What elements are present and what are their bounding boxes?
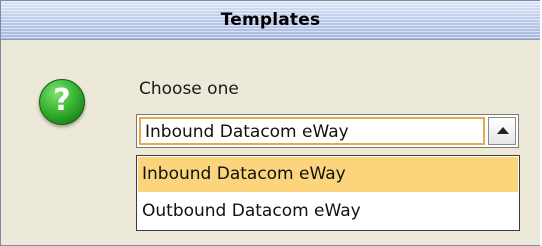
- dropdown-option-label: Inbound Datacom eWay: [142, 164, 346, 184]
- prompt-label: Choose one: [139, 79, 239, 99]
- template-dropdown-list: Inbound Datacom eWay Outbound Datacom eW…: [136, 155, 520, 231]
- dropdown-option-inbound[interactable]: Inbound Datacom eWay: [138, 157, 518, 192]
- combobox-value-field[interactable]: Inbound Datacom eWay: [139, 117, 485, 145]
- chevron-up-icon: [497, 127, 509, 134]
- combobox-selected-value: Inbound Datacom eWay: [145, 122, 349, 142]
- dropdown-option-label: Outbound Datacom eWay: [142, 201, 361, 221]
- template-combobox[interactable]: Inbound Datacom eWay: [136, 114, 519, 148]
- dropdown-option-outbound[interactable]: Outbound Datacom eWay: [138, 194, 518, 229]
- dialog-title: Templates: [220, 10, 321, 30]
- combobox-toggle-button[interactable]: [488, 117, 516, 145]
- question-mark-icon: ?: [39, 79, 85, 125]
- question-mark-glyph: ?: [53, 83, 71, 118]
- dialog-titlebar[interactable]: Templates: [1, 1, 540, 40]
- templates-dialog: Templates ? Choose one Inbound Datacom e…: [0, 0, 541, 246]
